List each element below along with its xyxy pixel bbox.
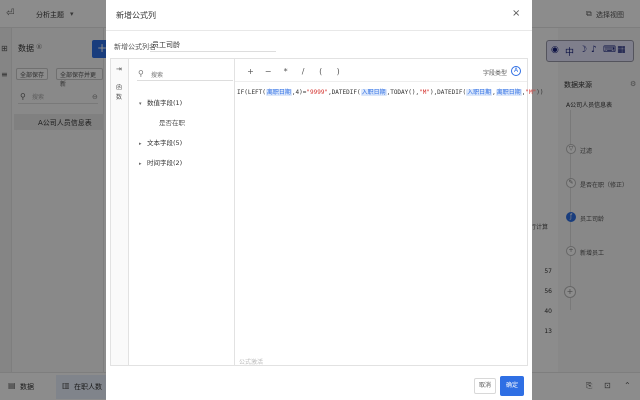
operator-bar: + − * / ( ) (243, 67, 346, 76)
field-group-text[interactable]: ▸ 文本字段(5) (139, 137, 182, 147)
field-type-icon[interactable]: A (511, 66, 521, 76)
close-icon[interactable]: × (512, 8, 520, 19)
open-paren-operator[interactable]: ( (313, 67, 328, 76)
field-group-numeric[interactable]: ▾ 数值字段(1) (139, 97, 182, 107)
formula-text[interactable]: IF(LEFT(离职日期,4)="9999",DATEDIF(入职日期,TODA… (237, 87, 543, 96)
plus-operator[interactable]: + (243, 67, 258, 76)
cancel-button[interactable]: 取消 (474, 378, 496, 394)
field-token[interactable]: 入职日期 (466, 89, 493, 96)
divider (106, 30, 532, 31)
confirm-button[interactable]: 确定 (500, 376, 524, 396)
field-token[interactable]: 离职日期 (265, 89, 292, 96)
close-paren-operator[interactable]: ) (331, 67, 346, 76)
function-tab[interactable]: 函数 (116, 83, 124, 103)
formula-area: + − * / ( ) 字段类型 A IF(LEFT(离职日期,4)="9999… (235, 59, 543, 366)
field-type-label: 字段类型 (483, 70, 508, 77)
formula-hint: 公式激活 (239, 359, 264, 366)
expand-icon[interactable]: ⇥ (116, 65, 122, 73)
modal-title: 新增公式列 (116, 11, 156, 20)
caret-right-icon: ▸ (139, 161, 142, 167)
field-search-input[interactable] (137, 67, 233, 81)
field-item[interactable]: 是否在职 (159, 117, 185, 127)
divider (235, 81, 527, 82)
divide-operator[interactable]: / (296, 67, 311, 76)
field-group-time[interactable]: ▸ 时间字段(2) (139, 157, 182, 167)
multiply-operator[interactable]: * (278, 67, 293, 76)
function-rail: ⇥ 函数 (111, 59, 129, 365)
field-token[interactable]: 入职日期 (360, 89, 387, 96)
caret-right-icon: ▸ (139, 141, 142, 147)
minus-operator[interactable]: − (261, 67, 276, 76)
formula-modal: 新增公式列 × 新增公式列名 ⇥ 函数 ⚲ ▾数值字段(1) 是否在职 ▸文本字… (106, 0, 543, 400)
formula-editor: ⇥ 函数 ⚲ ▾数值字段(1) 是否在职 ▸文本字段(5) ▸时间字段(2) +… (110, 58, 543, 366)
field-list: ⚲ ▾数值字段(1) 是否在职 ▸文本字段(5) ▸时间字段(2) (129, 59, 235, 365)
field-token[interactable]: 离职日期 (495, 89, 522, 96)
caret-down-icon: ▾ (139, 101, 142, 107)
column-name-input[interactable] (150, 39, 276, 52)
